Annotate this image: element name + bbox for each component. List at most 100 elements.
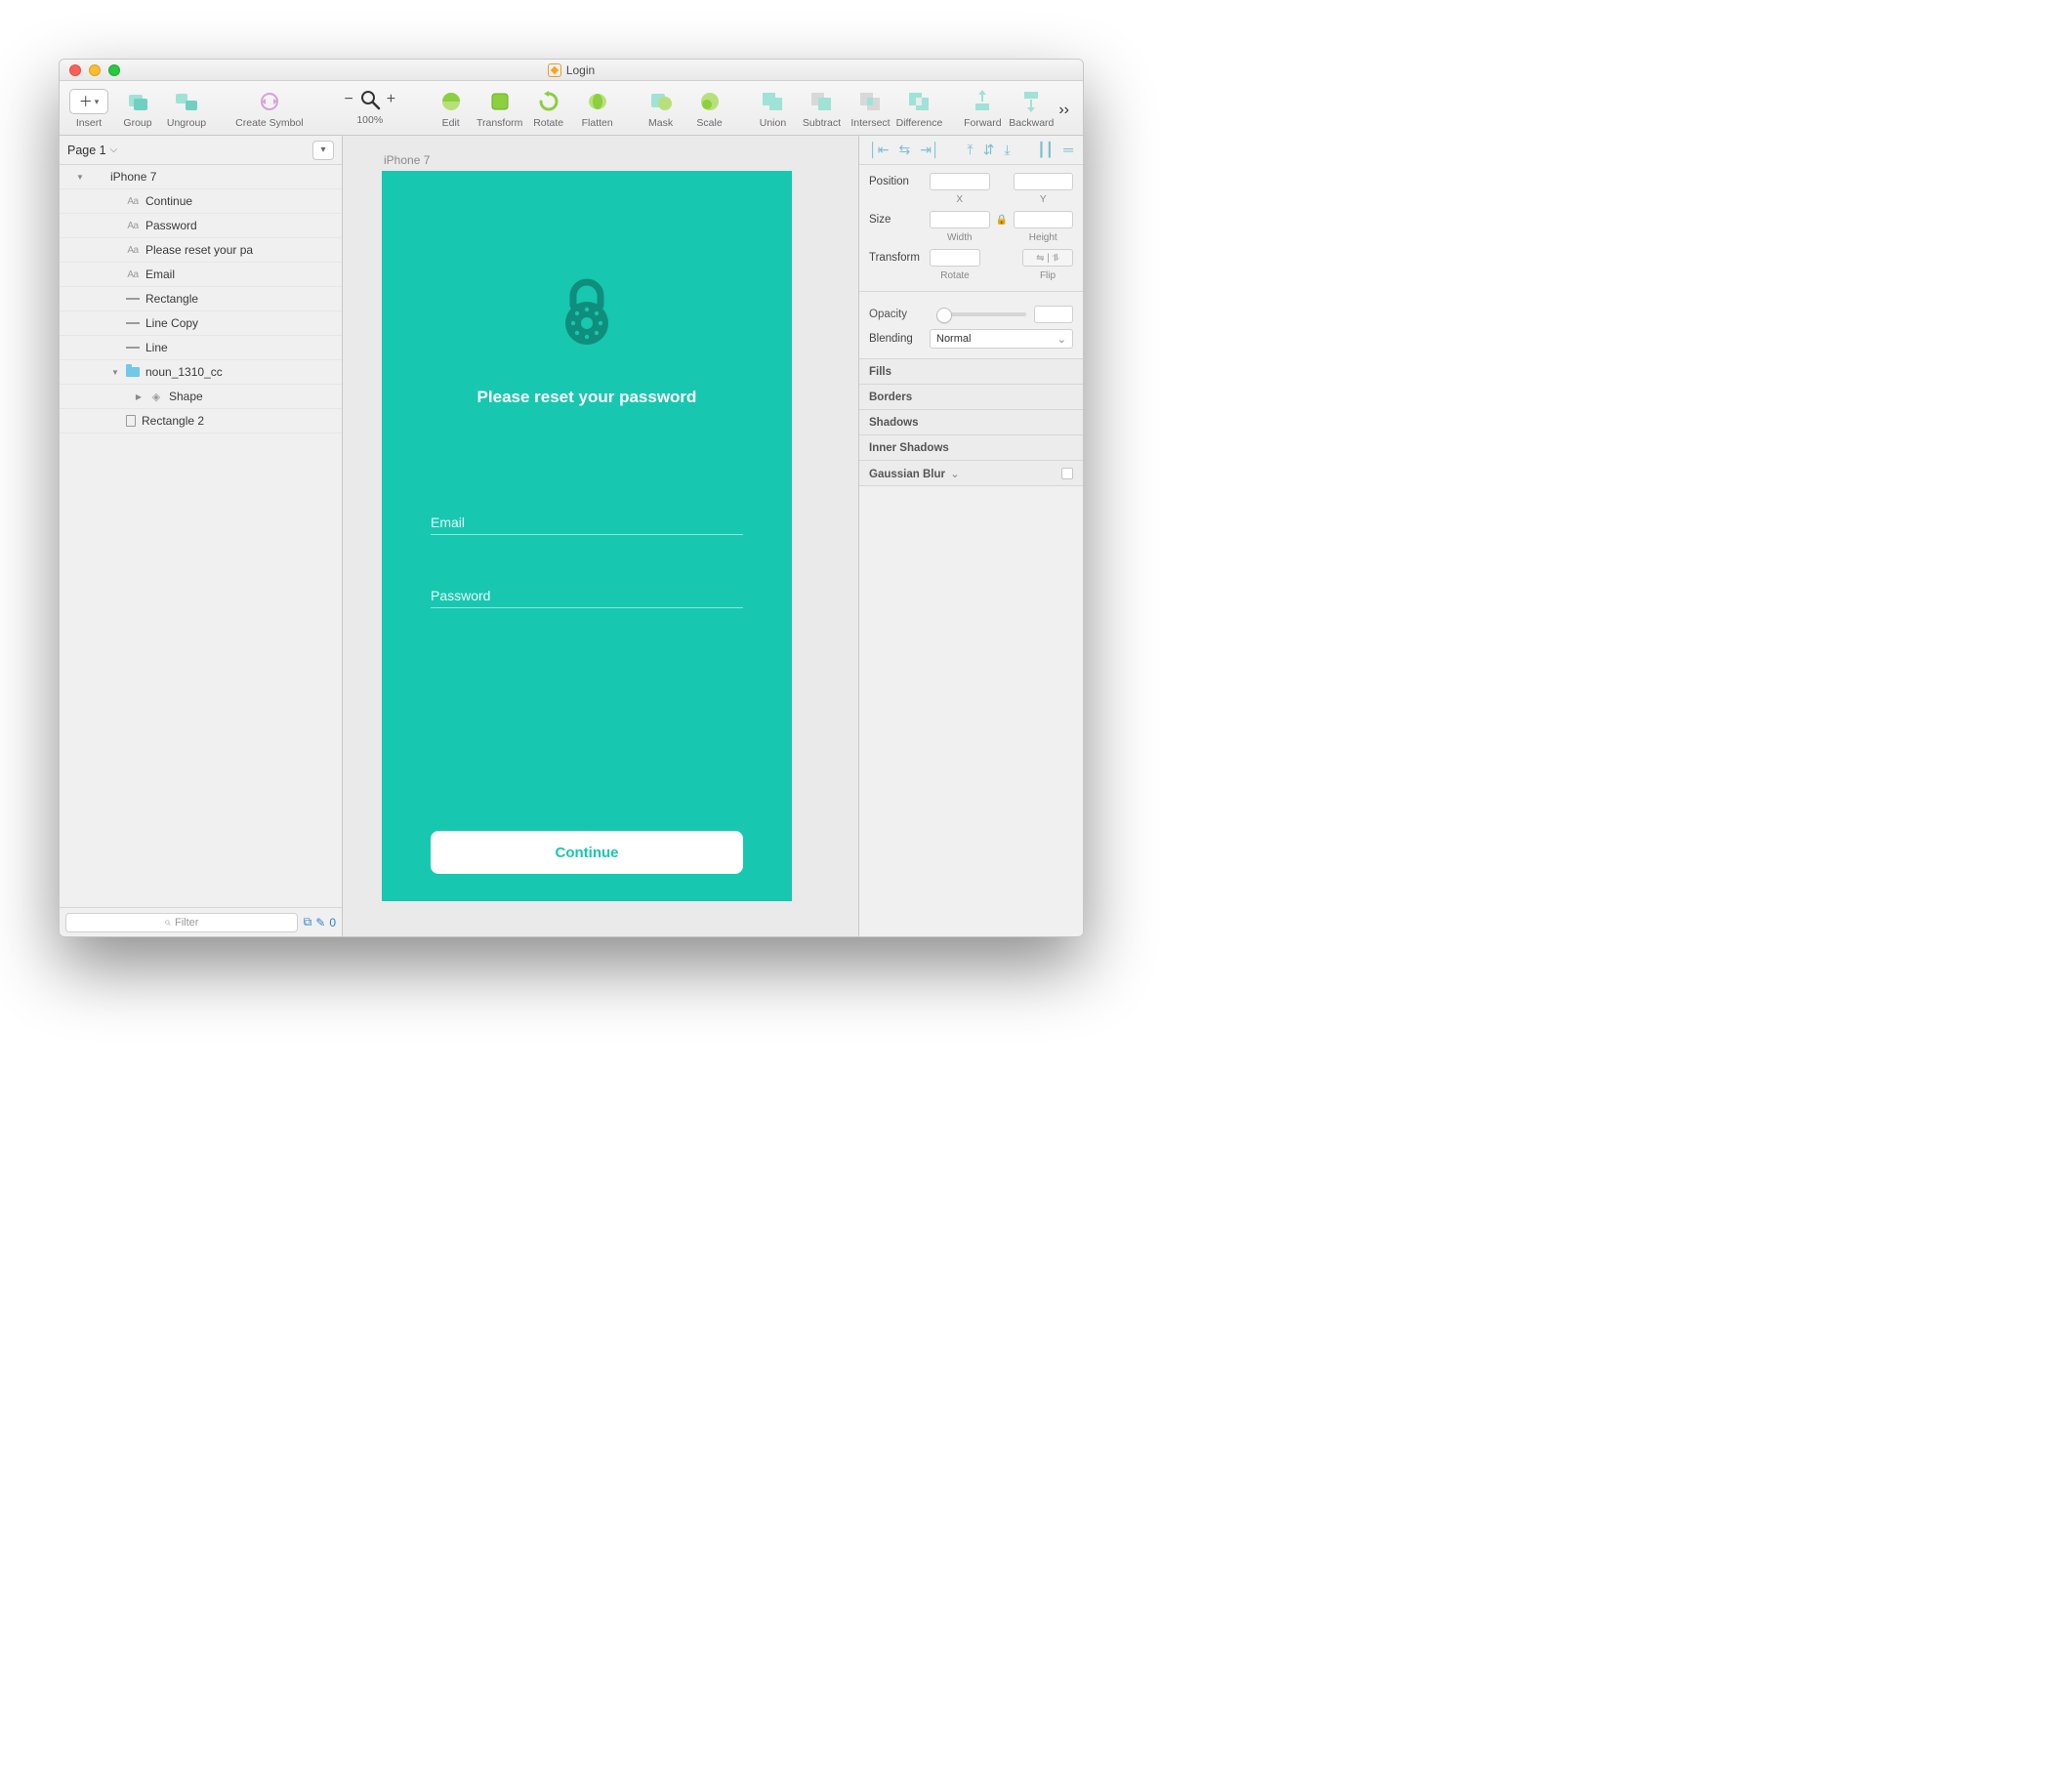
align-middle-icon[interactable]: ⇵ — [983, 142, 995, 158]
email-label: Email — [431, 515, 743, 535]
transform-label: Transform — [869, 252, 930, 264]
scale-tool[interactable]: Scale — [688, 85, 731, 131]
layer-row[interactable]: Shape — [60, 385, 342, 409]
insert-tool[interactable]: ＋ Insert — [67, 85, 110, 131]
page-selector[interactable]: Page 1 ▾ — [60, 136, 342, 165]
inner-shadows-section[interactable]: Inner Shadows — [859, 435, 1083, 461]
gaussian-blur-checkbox[interactable] — [1061, 468, 1073, 479]
layer-filter-bar: Filter ⧉ ✎ 0 — [60, 907, 342, 936]
gaussian-blur-section[interactable]: Gaussian Blur — [859, 461, 1083, 486]
align-top-icon[interactable]: ⤒ — [967, 142, 973, 158]
window-title: Login — [566, 63, 595, 77]
disclosure-triangle-icon[interactable] — [75, 172, 85, 183]
slice-filter-icon[interactable]: ✎ — [315, 916, 325, 929]
layer-list: iPhone 7ContinuePassword Please reset you… — [60, 165, 342, 907]
magnifier-icon — [359, 89, 381, 110]
intersect-tool[interactable]: Intersect — [849, 85, 891, 131]
union-tool[interactable]: Union — [751, 85, 794, 131]
backward-tool[interactable]: Backward — [1010, 85, 1053, 131]
email-field[interactable]: Email — [431, 515, 743, 535]
fullscreen-window-button[interactable] — [108, 64, 120, 76]
inspector-panel: │⇤ ⇆ ⇥│ ⤒ ⇵ ⤓ ┃┃ ═ Position — [858, 136, 1083, 936]
position-y-input[interactable] — [1014, 173, 1074, 190]
layer-line-icon — [126, 298, 140, 300]
create-symbol-tool[interactable]: Create Symbol — [228, 85, 311, 131]
zoom-in-button[interactable]: + — [387, 91, 395, 108]
continue-button[interactable]: Continue — [431, 831, 743, 874]
rotate-tool[interactable]: Rotate — [527, 85, 570, 131]
layer-row[interactable]: Password — [60, 214, 342, 238]
layer-row[interactable]: iPhone 7 — [60, 165, 342, 189]
rotate-input[interactable] — [930, 249, 980, 267]
layer-row[interactable]: Line — [60, 336, 342, 360]
artboard-title[interactable]: iPhone 7 — [384, 153, 819, 167]
blending-select[interactable]: Normal — [930, 329, 1073, 349]
borders-section[interactable]: Borders — [859, 385, 1083, 410]
subtract-tool[interactable]: Subtract — [800, 85, 843, 131]
geometry-block: Position XY Size 🔒 Width — [859, 165, 1083, 292]
layers-panel: Page 1 ▾ iPhone 7ContinuePassword Please … — [60, 136, 343, 936]
layer-row[interactable]: Continue — [60, 189, 342, 214]
disclosure-triangle-icon[interactable] — [110, 367, 120, 378]
layer-label: Line Copy — [145, 316, 198, 330]
lock-aspect-icon[interactable]: 🔒 — [996, 215, 1008, 226]
group-tool[interactable]: Group — [116, 85, 159, 131]
alignment-row: │⇤ ⇆ ⇥│ ⤒ ⇵ ⤓ ┃┃ ═ — [859, 136, 1083, 165]
layer-rect-icon — [126, 415, 136, 427]
edit-tool[interactable]: Edit — [430, 85, 473, 131]
password-field[interactable]: Password — [431, 588, 743, 608]
opacity-slider[interactable] — [937, 312, 1026, 316]
layer-folder-icon — [126, 367, 140, 377]
mask-tool[interactable]: Mask — [640, 85, 683, 131]
layer-aa-icon — [126, 220, 140, 231]
distribute-h-icon[interactable]: ┃┃ — [1037, 142, 1054, 158]
layer-label: Line — [145, 341, 168, 354]
close-window-button[interactable] — [69, 64, 81, 76]
layer-row[interactable]: Rectangle 2 — [60, 409, 342, 433]
filter-count: 0 — [329, 916, 336, 929]
duplicate-filter-icon[interactable]: ⧉ — [304, 915, 312, 929]
layer-filter-input[interactable]: Filter — [65, 913, 298, 932]
position-x-input[interactable] — [930, 173, 990, 190]
layer-label: Rectangle — [145, 292, 198, 306]
width-input[interactable] — [930, 211, 990, 228]
shadows-section[interactable]: Shadows — [859, 410, 1083, 435]
zoom-out-button[interactable]: − — [344, 91, 352, 108]
layer-label: Please reset your pa — [145, 243, 253, 257]
align-left-icon[interactable]: │⇤ — [869, 142, 889, 158]
forward-tool[interactable]: Forward — [961, 85, 1004, 131]
opacity-label: Opacity — [869, 309, 930, 320]
position-label: Position — [869, 176, 930, 187]
layer-shape-icon — [149, 391, 163, 403]
toolbar-overflow-button[interactable]: ›› — [1058, 102, 1075, 119]
flip-buttons[interactable]: ⇋ | ⥮ — [1022, 249, 1073, 267]
height-input[interactable] — [1014, 211, 1074, 228]
align-bottom-icon[interactable]: ⤓ — [1004, 142, 1010, 158]
align-center-h-icon[interactable]: ⇆ — [898, 142, 910, 158]
layer-row[interactable]: Email — [60, 263, 342, 287]
layer-label: Email — [145, 268, 175, 281]
current-page-label: Page 1 — [67, 144, 117, 157]
artboard[interactable]: Please reset your password Email Passwor… — [382, 171, 792, 901]
disclosure-triangle-icon[interactable] — [134, 392, 144, 402]
difference-tool[interactable]: Difference — [897, 85, 940, 131]
layer-row[interactable]: Line Copy — [60, 311, 342, 336]
flatten-tool[interactable]: Flatten — [576, 85, 619, 131]
layer-row[interactable]: noun_1310_cc — [60, 360, 342, 385]
password-label: Password — [431, 588, 743, 608]
minimize-window-button[interactable] — [89, 64, 101, 76]
artboard-list-button[interactable]: ▾ — [312, 141, 334, 160]
blending-label: Blending — [869, 333, 930, 345]
canvas[interactable]: iPhone 7 Please reset your password Emai… — [343, 136, 858, 936]
fills-section[interactable]: Fills — [859, 359, 1083, 385]
layer-row[interactable]: Rectangle — [60, 287, 342, 311]
zoom-control[interactable]: − + 100% — [331, 85, 409, 126]
transform-tool[interactable]: Transform — [478, 85, 521, 131]
distribute-v-icon[interactable]: ═ — [1063, 142, 1073, 158]
opacity-input[interactable] — [1034, 306, 1073, 323]
ungroup-tool[interactable]: Ungroup — [165, 85, 208, 131]
align-right-icon[interactable]: ⇥│ — [920, 142, 939, 158]
lock-icon — [559, 278, 614, 347]
size-label: Size — [869, 214, 930, 226]
layer-row[interactable]: Please reset your pa — [60, 238, 342, 263]
